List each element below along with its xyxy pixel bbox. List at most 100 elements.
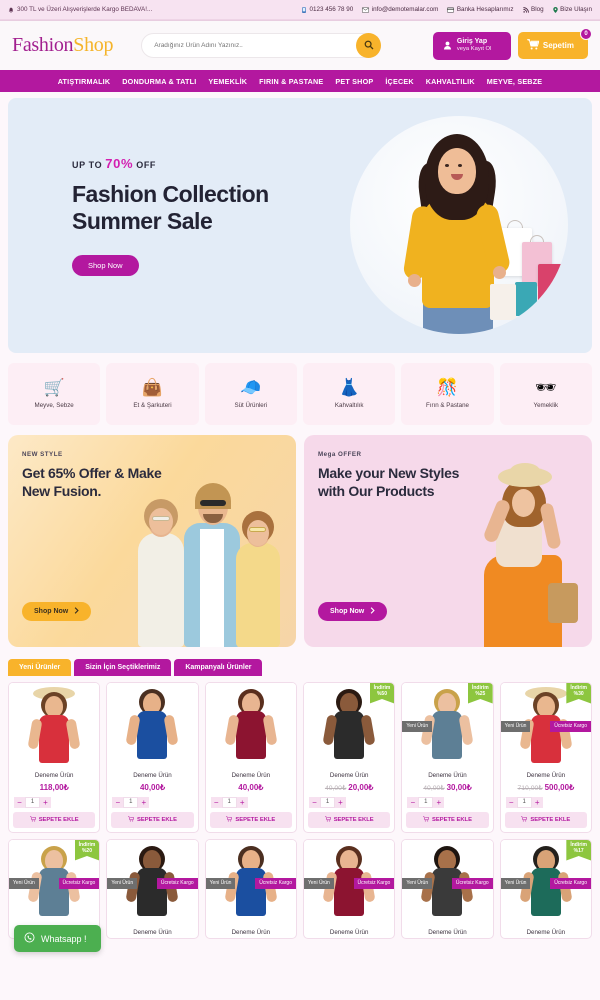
quantity-increase-button[interactable]: + bbox=[531, 797, 543, 808]
product-tab-1[interactable]: Sizin İçin Seçtiklerimiz bbox=[74, 659, 172, 676]
promo-card-new-style[interactable]: NEW STYLE Get 65% Offer & Make New Fusio… bbox=[8, 435, 296, 647]
product-image[interactable]: İndirim %20 Yeni Ürün Ücretsiz Kargo bbox=[9, 840, 100, 924]
quantity-decrease-button[interactable]: − bbox=[505, 797, 517, 808]
product-image[interactable] bbox=[107, 683, 198, 767]
blog-text: Blog bbox=[531, 6, 544, 13]
product-card[interactable]: Deneme Ürün 118,00₺ −1 + SEPETE EKLE bbox=[8, 682, 101, 833]
quantity-decrease-button[interactable]: − bbox=[407, 797, 419, 808]
free-shipping-badge: Ücretsiz Kargo bbox=[451, 878, 493, 889]
nav-item-6[interactable]: KAHVALTILIK bbox=[426, 77, 475, 86]
nav-item-4[interactable]: PET SHOP bbox=[335, 77, 373, 86]
search-button[interactable] bbox=[356, 33, 382, 58]
quantity-stepper[interactable]: −1 + bbox=[9, 794, 99, 810]
hero-banner[interactable]: UP TO 70% OFF Fashion Collection Summer … bbox=[8, 98, 592, 353]
cart-icon bbox=[128, 816, 135, 824]
add-to-cart-label: SEPETE EKLE bbox=[432, 817, 472, 823]
product-image[interactable]: İndirim %30 Yeni Ürün Ücretsiz Kargo bbox=[500, 683, 591, 767]
nav-item-2[interactable]: YEMEKLİK bbox=[208, 77, 247, 86]
quantity-increase-button[interactable]: + bbox=[335, 797, 346, 808]
product-card[interactable]: Deneme Ürün 40,00₺ −1 + SEPETE EKLE bbox=[204, 682, 297, 833]
product-card[interactable]: Yeni Ürün Ücretsiz Kargo Deneme Ürün bbox=[303, 839, 396, 939]
category-card-2[interactable]: 🧢 Süt Ürünleri bbox=[204, 363, 297, 425]
quantity-increase-button[interactable]: + bbox=[433, 797, 445, 808]
nav-item-1[interactable]: DONDURMA & TATLI bbox=[122, 77, 196, 86]
product-image[interactable]: Yeni Ürün Ücretsiz Kargo bbox=[107, 840, 198, 924]
nav-item-5[interactable]: İÇECEK bbox=[385, 77, 413, 86]
quantity-decrease-button[interactable]: − bbox=[112, 797, 124, 808]
blog-link[interactable]: Blog bbox=[522, 6, 544, 13]
quantity-increase-button[interactable]: + bbox=[236, 797, 248, 808]
quantity-increase-button[interactable]: + bbox=[138, 797, 150, 808]
quantity-value[interactable]: 1 bbox=[516, 797, 532, 808]
cart-button[interactable]: Sepetim 0 bbox=[517, 28, 592, 59]
bank-text: Banka Hesaplarımız bbox=[456, 6, 514, 13]
promo-a-shop-now-button[interactable]: Shop Now bbox=[22, 602, 92, 621]
quantity-stepper[interactable]: −1 + bbox=[501, 794, 591, 810]
quantity-decrease-button[interactable]: − bbox=[210, 797, 222, 808]
quantity-value[interactable]: 1 bbox=[320, 797, 335, 808]
nav-item-7[interactable]: MEYVE, SEBZE bbox=[487, 77, 543, 86]
add-to-cart-button[interactable]: SEPETE EKLE bbox=[504, 812, 587, 828]
quantity-stepper[interactable]: −1 + bbox=[402, 794, 492, 810]
hero-shop-now-button[interactable]: Shop Now bbox=[72, 255, 139, 277]
quantity-stepper[interactable]: −1 + bbox=[304, 794, 394, 810]
product-card[interactable]: Yeni Ürün Ücretsiz Kargo Deneme Ürün bbox=[204, 839, 297, 939]
product-image[interactable] bbox=[9, 683, 100, 767]
promo-b-shop-now-button[interactable]: Shop Now bbox=[318, 602, 388, 621]
product-card[interactable]: İndirim %50 Deneme Ürün 40,00₺ 20,00₺ −1 + SEPE… bbox=[303, 682, 396, 833]
add-to-cart-button[interactable]: SEPETE EKLE bbox=[13, 812, 96, 828]
product-card[interactable]: İndirim %17 Yeni Ürün Ücretsiz Kargo Deneme … bbox=[499, 839, 592, 939]
contact-link[interactable]: Bize Ulaşın bbox=[552, 6, 592, 13]
login-primary-label: Giriş Yap bbox=[456, 37, 488, 45]
quantity-stepper[interactable]: −1 + bbox=[206, 794, 296, 810]
bank-accounts-link[interactable]: Banka Hesaplarımız bbox=[447, 6, 514, 13]
product-card[interactable]: İndirim %30 Yeni Ürün Ücretsiz Kargo Deneme … bbox=[499, 682, 592, 833]
add-to-cart-button[interactable]: SEPETE EKLE bbox=[209, 812, 292, 828]
quantity-value[interactable]: 1 bbox=[418, 797, 434, 808]
phone-link[interactable]: 0123 456 78 90 bbox=[301, 6, 353, 13]
category-strip: 🛒 Meyve, Sebze 👜 Et & Şarkuteri 🧢 Süt Ürünler… bbox=[8, 363, 592, 425]
product-image[interactable]: Yeni Ürün Ücretsiz Kargo bbox=[304, 840, 395, 924]
product-image[interactable]: İndirim %50 bbox=[304, 683, 395, 767]
product-tab-2[interactable]: Kampanyalı Ürünler bbox=[174, 659, 263, 676]
cart-icon bbox=[29, 816, 36, 824]
search-input[interactable] bbox=[141, 33, 382, 58]
login-button[interactable]: Giriş Yap veya Kayıt Ol bbox=[432, 31, 511, 60]
quantity-value[interactable]: 1 bbox=[25, 797, 40, 808]
product-card[interactable]: Yeni Ürün Ücretsiz Kargo Deneme Ürün bbox=[106, 839, 199, 939]
add-to-cart-button[interactable]: SEPETE EKLE bbox=[308, 812, 391, 828]
whatsapp-button[interactable]: Whatsapp ! bbox=[14, 925, 101, 952]
quantity-value[interactable]: 1 bbox=[123, 797, 139, 808]
free-shipping-badge: Ücretsiz Kargo bbox=[156, 878, 198, 889]
product-image[interactable]: İndirim %17 Yeni Ürün Ücretsiz Kargo bbox=[500, 840, 591, 924]
product-image[interactable]: İndirim %25 Yeni Ürün bbox=[402, 683, 493, 767]
product-card[interactable]: İndirim %25 Yeni Ürün Deneme Ürün 40,00₺ 30,0… bbox=[401, 682, 494, 833]
quantity-decrease-button[interactable]: − bbox=[14, 797, 25, 808]
product-grid-row-2: İndirim%20Yeni ÜrünÜcretsiz KargoDeneme … bbox=[8, 839, 592, 939]
nav-item-0[interactable]: ATIŞTIRMALIK bbox=[58, 77, 111, 86]
quantity-stepper[interactable]: −1 + bbox=[107, 794, 197, 810]
category-card-5[interactable]: 🕶 Yemeklik bbox=[499, 363, 592, 425]
product-card[interactable]: Deneme Ürün 40,00₺ −1 + SEPETE EKLE bbox=[106, 682, 199, 833]
product-card[interactable]: Yeni Ürün Ücretsiz Kargo Deneme Ürün bbox=[401, 839, 494, 939]
product-card[interactable]: İndirim%20Yeni ÜrünÜcretsiz KargoDeneme … bbox=[8, 839, 101, 939]
product-image[interactable] bbox=[205, 683, 296, 767]
category-card-4[interactable]: 🎊 Fırın & Pastane bbox=[401, 363, 494, 425]
product-image[interactable]: Yeni Ürün Ücretsiz Kargo bbox=[205, 840, 296, 924]
category-card-0[interactable]: 🛒 Meyve, Sebze bbox=[8, 363, 101, 425]
promo-card-mega-offer[interactable]: Mega OFFER Make your New Styles with Our… bbox=[304, 435, 592, 647]
product-image[interactable]: Yeni Ürün Ücretsiz Kargo bbox=[402, 840, 493, 924]
product-tab-0[interactable]: Yeni Ürünler bbox=[8, 659, 72, 676]
quantity-increase-button[interactable]: + bbox=[40, 797, 51, 808]
email-link[interactable]: info@demotemalar.com bbox=[362, 6, 438, 13]
add-to-cart-button[interactable]: SEPETE EKLE bbox=[111, 812, 194, 828]
category-card-1[interactable]: 👜 Et & Şarkuteri bbox=[106, 363, 199, 425]
site-logo[interactable]: FashionShop bbox=[12, 34, 113, 57]
nav-item-3[interactable]: FIRIN & PASTANE bbox=[259, 77, 323, 86]
category-card-3[interactable]: 👗 Kahvaltılık bbox=[303, 363, 396, 425]
quantity-decrease-button[interactable]: − bbox=[309, 797, 320, 808]
quantity-value[interactable]: 1 bbox=[221, 797, 237, 808]
announcement-text: 300 TL ve Üzeri Alışverişlerde Kargo BED… bbox=[17, 6, 153, 13]
login-secondary-label: veya Kayıt Ol bbox=[456, 46, 492, 53]
add-to-cart-button[interactable]: SEPETE EKLE bbox=[406, 812, 489, 828]
